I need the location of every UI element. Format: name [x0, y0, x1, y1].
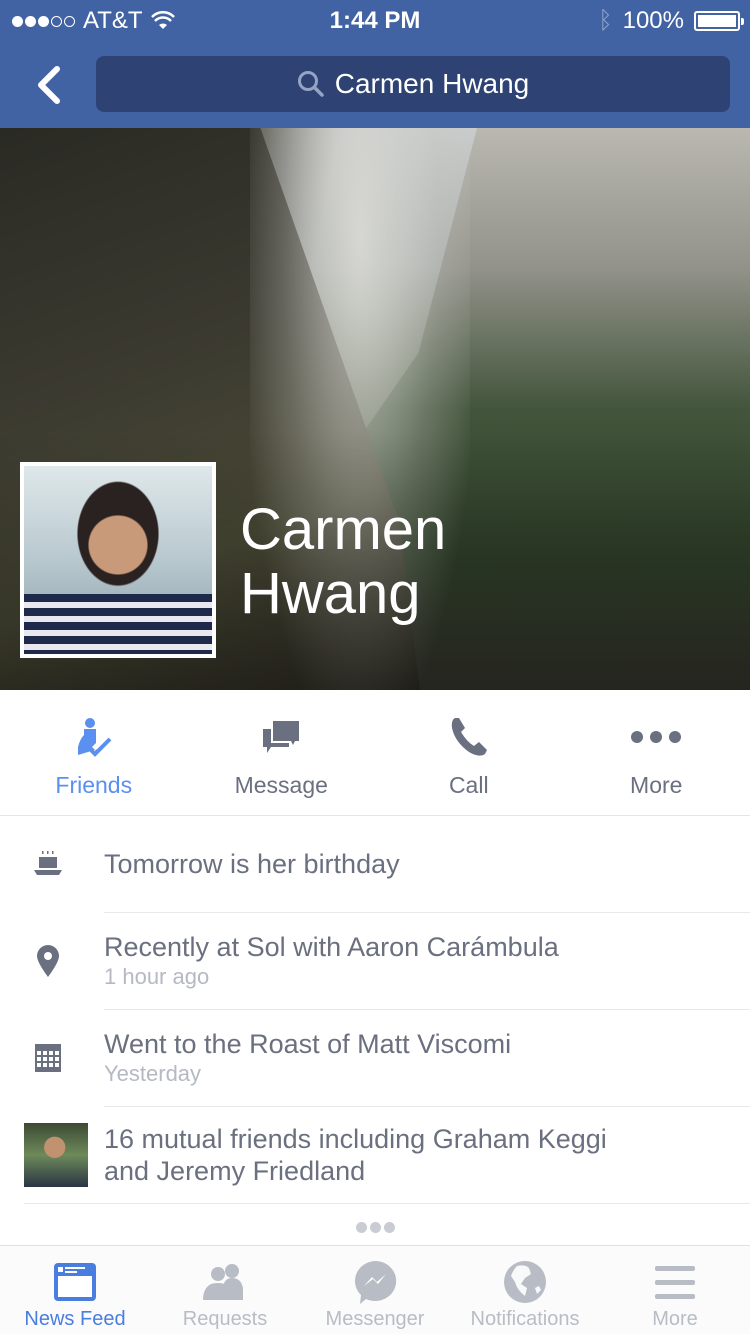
top-bar: AT&T 1:44 PM ᛒ 100% Carmen Hwang	[0, 0, 750, 128]
mutual-friends-line1: 16 mutual friends including Graham Keggi	[104, 1124, 607, 1154]
friend-requests-icon	[203, 1264, 243, 1300]
location-text: Recently at Sol with Aaron Carámbula	[104, 932, 559, 962]
profile-photo	[24, 466, 212, 654]
message-label: Message	[234, 772, 328, 798]
birthday-text: Tomorrow is her birthday	[104, 849, 400, 879]
location-time: 1 hour ago	[104, 964, 210, 989]
calendar-icon	[35, 1044, 61, 1072]
tab-more[interactable]: More	[600, 1246, 750, 1334]
friends-label: Friends	[55, 772, 133, 798]
mutual-friends-line2: and Jeremy Friedland	[104, 1156, 366, 1186]
bluetooth-icon: ᛒ	[598, 7, 613, 34]
profile-name: Carmen Hwang	[240, 498, 540, 626]
message-button[interactable]: Message	[188, 690, 376, 815]
tab-messenger[interactable]: Messenger	[300, 1246, 450, 1334]
message-icon	[263, 721, 300, 753]
profile-actions: Friends Message Call More	[0, 690, 750, 816]
search-field[interactable]: Carmen Hwang	[96, 56, 730, 112]
more-button[interactable]: More	[563, 690, 750, 815]
tab-more-label: More	[652, 1308, 698, 1330]
tab-notifications[interactable]: Notifications	[450, 1246, 600, 1334]
list-item-mutual-friends[interactable]: 16 mutual friends including Graham Keggi…	[24, 1107, 750, 1204]
call-label: Call	[448, 772, 489, 798]
event-text: Went to the Roast of Matt Viscomi	[104, 1029, 512, 1059]
chevron-left-icon	[38, 66, 60, 104]
list-item-birthday[interactable]: Tomorrow is her birthday	[34, 816, 750, 913]
battery-icon	[694, 11, 744, 31]
search-query: Carmen Hwang	[334, 68, 530, 99]
tab-requests[interactable]: Requests	[150, 1246, 300, 1334]
tab-requests-label: Requests	[182, 1308, 268, 1330]
battery-percent: 100%	[622, 7, 684, 34]
messenger-icon	[354, 1260, 397, 1304]
profile-last-name: Hwang	[240, 561, 421, 626]
loading-indicator	[0, 1222, 750, 1233]
profile-first-name: Carmen	[240, 497, 447, 562]
profile-picture[interactable]	[20, 462, 216, 658]
event-time: Yesterday	[104, 1061, 202, 1086]
phone-icon	[451, 718, 487, 756]
news-feed-icon	[54, 1263, 96, 1301]
about-list: Tomorrow is her birthday Recently at Sol…	[0, 816, 750, 1204]
tab-messenger-label: Messenger	[325, 1308, 425, 1330]
back-button[interactable]	[28, 62, 68, 108]
location-pin-icon	[37, 945, 59, 977]
mutual-friend-photo	[24, 1123, 88, 1187]
call-button[interactable]: Call	[375, 690, 563, 815]
hamburger-menu-icon	[655, 1266, 695, 1299]
globe-icon	[504, 1261, 546, 1303]
status-bar: AT&T 1:44 PM ᛒ 100%	[0, 0, 750, 40]
friends-check-icon	[77, 718, 112, 757]
birthday-cake-icon	[34, 851, 62, 875]
more-label: More	[630, 772, 683, 798]
tab-news-feed[interactable]: News Feed	[0, 1246, 150, 1334]
list-item-location[interactable]: Recently at Sol with Aaron Carámbula 1 h…	[37, 913, 750, 1010]
list-item-event[interactable]: Went to the Roast of Matt Viscomi Yester…	[35, 1010, 750, 1107]
search-icon	[297, 71, 324, 97]
tab-news-feed-label: News Feed	[24, 1308, 126, 1330]
friends-button[interactable]: Friends	[0, 690, 188, 815]
tab-bar: News Feed Requests Messenger Notificatio…	[0, 1245, 750, 1334]
tab-notifications-label: Notifications	[470, 1308, 580, 1330]
more-dots-icon	[631, 731, 682, 743]
